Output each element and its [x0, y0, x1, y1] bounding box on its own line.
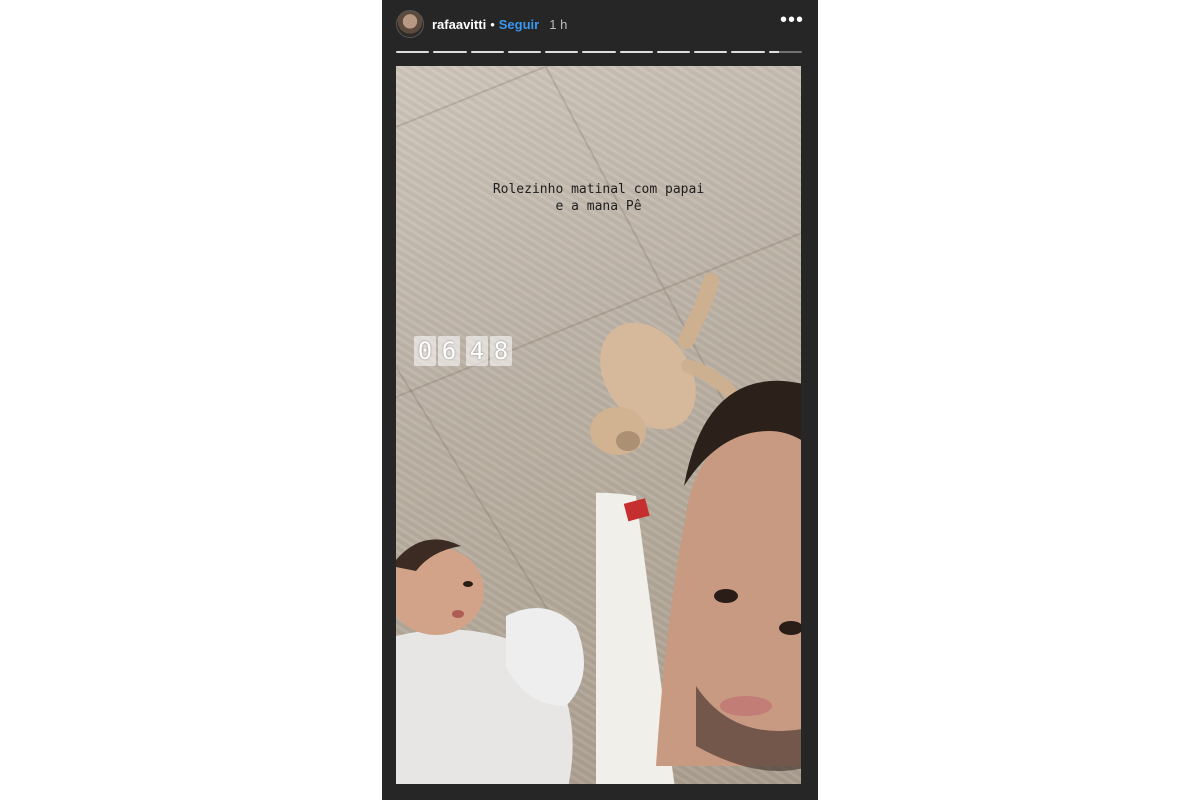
username[interactable]: rafaavitti [432, 17, 486, 32]
progress-segment [694, 51, 728, 53]
story-header: rafaavitti • Seguir 1 h ••• [396, 8, 804, 40]
progress-segment [433, 51, 467, 53]
clock-digit: 8 [490, 336, 512, 366]
progress-segment [656, 51, 691, 53]
separator-dot: • [490, 16, 495, 32]
floor-seam [396, 66, 786, 128]
story-photo[interactable]: Rolezinho matinal com papai e a mana Pê … [396, 66, 801, 784]
progress-segment [470, 51, 504, 53]
progress-segment [507, 51, 542, 53]
progress-segment [396, 51, 430, 53]
clock-digit: 0 [414, 336, 436, 366]
clock-digit: 6 [438, 336, 460, 366]
story-progress-bar [396, 51, 802, 54]
progress-segment [619, 51, 653, 53]
story-caption: Rolezinho matinal com papai e a mana Pê [492, 182, 705, 214]
story-viewer: rafaavitti • Seguir 1 h ••• Rolezinho ma… [382, 0, 818, 800]
baby-photo [396, 539, 584, 784]
man-selfie [596, 380, 801, 784]
progress-segment [545, 51, 579, 53]
progress-segment [582, 51, 616, 53]
user-avatar-icon[interactable] [396, 10, 424, 38]
clock-digit: 4 [466, 336, 488, 366]
clock-sticker: 0 6 4 8 [414, 336, 512, 366]
timestamp: 1 h [549, 16, 568, 32]
more-options-icon[interactable]: ••• [780, 10, 804, 38]
progress-segment-current [768, 51, 802, 53]
progress-segment [731, 51, 765, 53]
follow-button[interactable]: Seguir [499, 17, 539, 32]
